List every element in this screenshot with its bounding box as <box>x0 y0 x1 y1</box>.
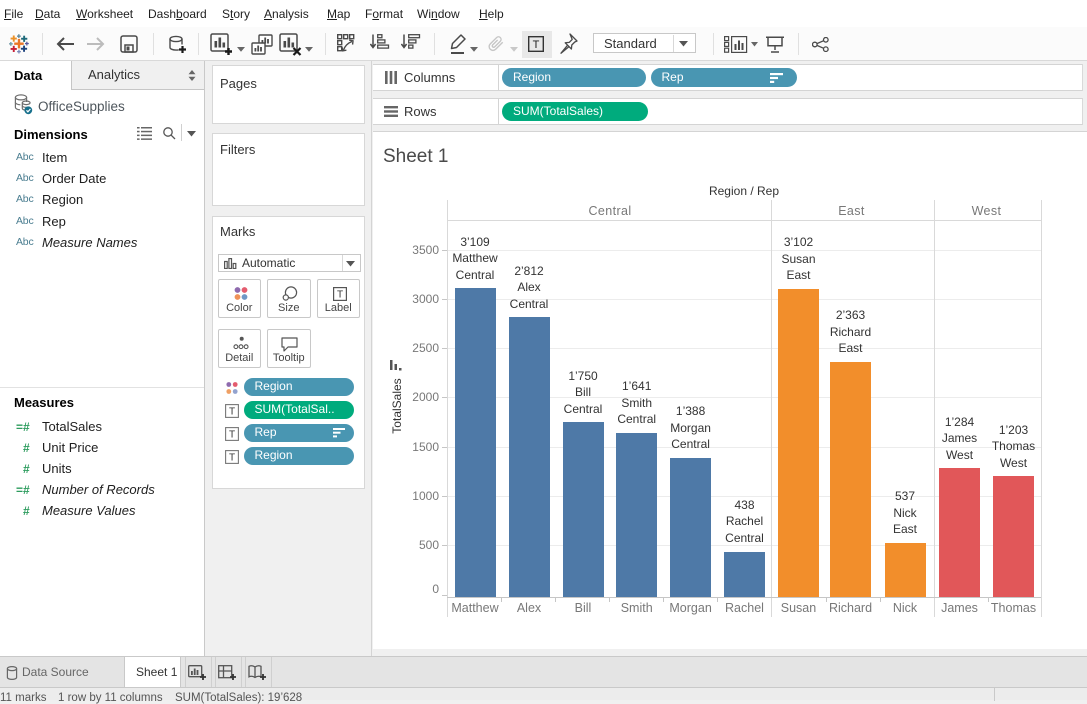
svg-text:T: T <box>533 39 540 51</box>
svg-text:T: T <box>229 406 235 417</box>
svg-text:T: T <box>229 452 235 463</box>
svg-text:T: T <box>229 429 235 440</box>
svg-text:T: T <box>336 290 342 301</box>
